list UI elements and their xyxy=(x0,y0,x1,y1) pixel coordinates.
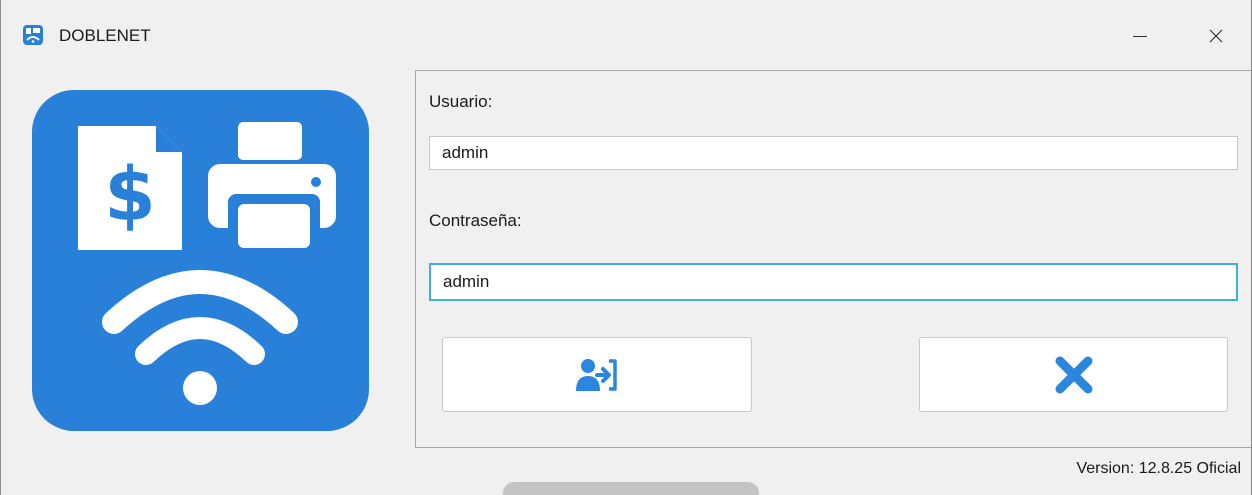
cancel-button[interactable] xyxy=(919,337,1228,412)
login-panel: Usuario: Contraseña: xyxy=(415,70,1251,448)
user-login-icon xyxy=(576,358,617,391)
password-label: Contraseña: xyxy=(429,211,522,230)
window-title: DOBLENET xyxy=(59,26,151,45)
login-window: DOBLENET $ Usuario: admin Contraseña: ad… xyxy=(0,0,1252,495)
svg-text:$: $ xyxy=(104,152,156,238)
minimize-icon xyxy=(1133,36,1147,37)
version-label: Version: 12.8.25 Oficial xyxy=(1076,460,1241,477)
password-input[interactable] xyxy=(429,263,1238,301)
username-input[interactable] xyxy=(429,136,1238,170)
cancel-x-icon xyxy=(1055,356,1092,393)
title-bar[interactable]: DOBLENET xyxy=(1,0,1251,72)
close-button[interactable] xyxy=(1193,14,1239,58)
username-label: Usuario: xyxy=(429,92,493,111)
billing-printer-wifi-logo: $ xyxy=(32,90,369,431)
minimize-button[interactable] xyxy=(1117,14,1163,58)
login-button[interactable] xyxy=(442,337,752,412)
app-logo-icon xyxy=(23,25,43,45)
scroll-handle[interactable] xyxy=(503,482,759,495)
close-icon xyxy=(1209,29,1223,43)
